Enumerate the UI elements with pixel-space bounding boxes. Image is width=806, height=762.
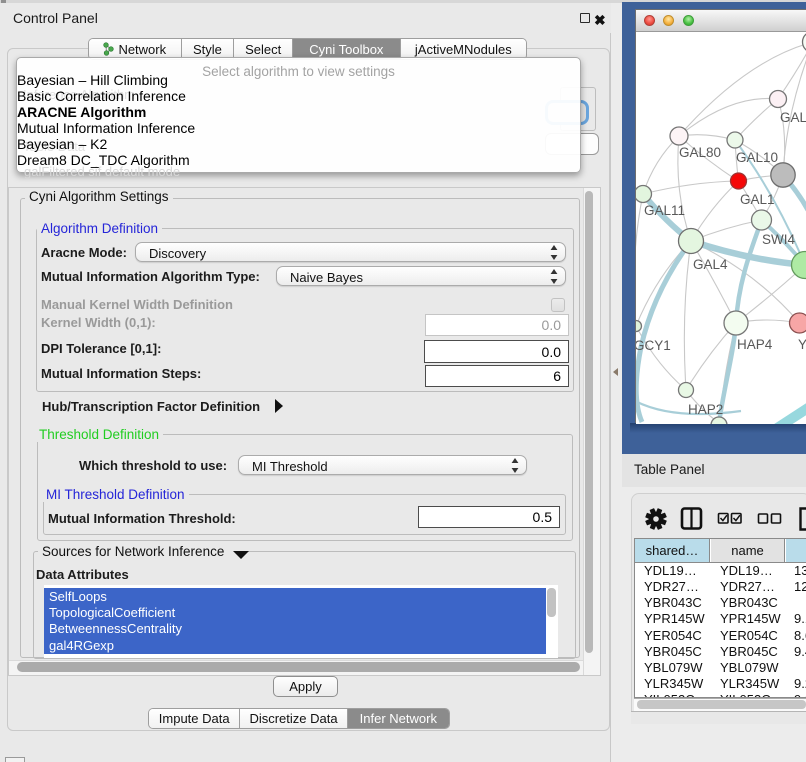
svg-text:HAP4: HAP4 [737, 337, 773, 352]
svg-text:SWI4: SWI4 [762, 232, 795, 247]
svg-text:GAL80: GAL80 [679, 145, 721, 160]
svg-text:GAL2: GAL2 [780, 110, 806, 125]
svg-text:GAL4: GAL4 [693, 257, 728, 272]
svg-text:GAL1: GAL1 [740, 192, 775, 207]
svg-text:Y: Y [798, 337, 806, 352]
svg-text:HAP2: HAP2 [688, 402, 723, 417]
svg-text:GCY1: GCY1 [636, 338, 671, 353]
svg-text:GAL10: GAL10 [736, 150, 778, 165]
svg-text:GAL11: GAL11 [644, 203, 685, 218]
